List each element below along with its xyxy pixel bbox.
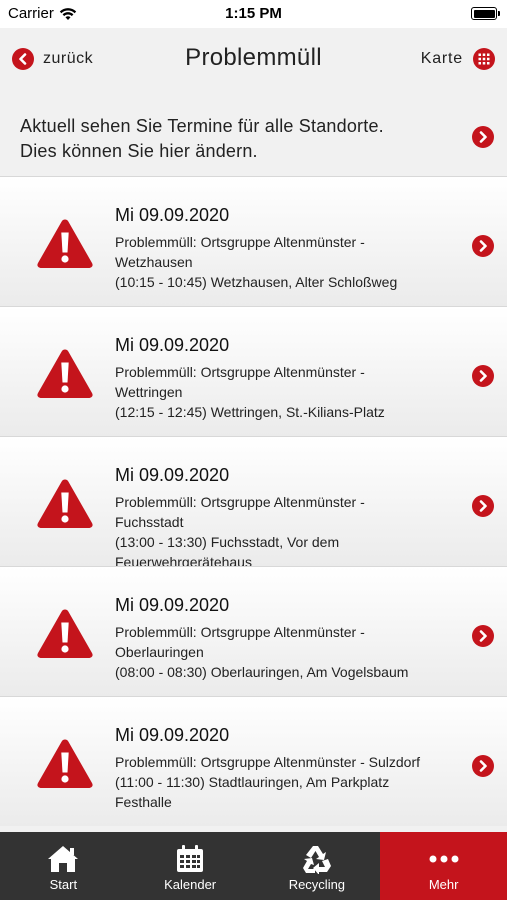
description-line-2: (11:00 - 11:30) Stadtlauringen, Am Parkp… — [115, 774, 390, 790]
map-button[interactable]: Karte — [421, 48, 495, 70]
description-line-3: Festhalle — [115, 794, 172, 810]
warning-icon — [37, 349, 93, 398]
description-line-1: Problemmüll: Ortsgruppe Altenmünster - — [115, 624, 365, 640]
warning-icon — [37, 609, 93, 658]
calendar-icon — [177, 845, 204, 872]
chevron-right-icon — [472, 126, 494, 148]
location-filter-line-2: Dies können Sie hier ändern. — [20, 141, 258, 161]
chevron-right-icon — [472, 495, 494, 517]
appointment-description: Problemmüll: Ortsgruppe Altenmünster - W… — [115, 362, 460, 422]
tab-start[interactable]: Start — [0, 832, 127, 900]
chevron-right-icon — [472, 235, 494, 257]
warning-icon — [37, 479, 93, 528]
appointment-date: Mi 09.09.2020 — [115, 335, 230, 355]
chevron-right-icon — [472, 625, 494, 647]
warning-icon — [37, 739, 93, 788]
appointment-description: Problemmüll: Ortsgruppe Altenmünster - S… — [115, 752, 460, 812]
tab-kalender[interactable]: Kalender — [127, 832, 254, 900]
appointment-item[interactable]: Mi 09.09.2020 Problemmüll: Ortsgruppe Al… — [0, 436, 507, 570]
location-filter-text: Aktuell sehen Sie Termine für alle Stand… — [20, 114, 384, 164]
tab-mehr[interactable]: Mehr — [380, 832, 507, 900]
warning-icon — [37, 219, 93, 268]
appointment-description: Problemmüll: Ortsgruppe Altenmünster - W… — [115, 232, 460, 292]
description-line-3: (10:15 - 10:45) Wetzhausen, Alter Schloß… — [115, 274, 398, 290]
appointment-date: Mi 09.09.2020 — [115, 725, 230, 745]
description-line-1: Problemmüll: Ortsgruppe Altenmünster - — [115, 494, 365, 510]
description-line-3: (08:00 - 08:30) Oberlauringen, Am Vogels… — [115, 664, 409, 680]
appointment-date: Mi 09.09.2020 — [115, 465, 230, 485]
appointment-item[interactable]: Mi 09.09.2020 Problemmüll: Ortsgruppe Al… — [0, 176, 507, 306]
chevron-right-icon — [472, 365, 494, 387]
appointment-item[interactable]: Mi 09.09.2020 Problemmüll: Ortsgruppe Al… — [0, 696, 507, 826]
battery-icon — [471, 7, 500, 20]
description-line-3: (13:00 - 13:30) Fuchsstadt, Vor dem — [115, 534, 340, 550]
appointment-list: Mi 09.09.2020 Problemmüll: Ortsgruppe Al… — [0, 176, 507, 826]
appointment-date: Mi 09.09.2020 — [115, 205, 230, 225]
appointment-item[interactable]: Mi 09.09.2020 Problemmüll: Ortsgruppe Al… — [0, 566, 507, 696]
grid-icon — [473, 48, 495, 70]
tab-bar: Start Kalender Recycling Mehr — [0, 832, 507, 900]
description-line-1: Problemmüll: Ortsgruppe Altenmünster - — [115, 364, 365, 380]
appointment-item[interactable]: Mi 09.09.2020 Problemmüll: Ortsgruppe Al… — [0, 306, 507, 436]
tab-label-kalender: Kalender — [164, 877, 217, 892]
appointment-description: Problemmüll: Ortsgruppe Altenmünster - O… — [115, 622, 460, 682]
tab-recycling[interactable]: Recycling — [254, 832, 381, 900]
home-icon — [48, 846, 79, 872]
more-icon — [429, 855, 459, 863]
description-line-1: Problemmüll: Ortsgruppe Altenmünster - S… — [115, 754, 421, 770]
description-line-2: Oberlauringen — [115, 644, 204, 660]
tab-label-mehr: Mehr — [428, 877, 459, 892]
appointment-description: Problemmüll: Ortsgruppe Altenmünster - F… — [115, 492, 460, 572]
status-bar: Carrier 1:15 PM — [0, 0, 507, 28]
appointment-date: Mi 09.09.2020 — [115, 595, 230, 615]
description-line-2: Wettringen — [115, 384, 183, 400]
location-filter-line-1: Aktuell sehen Sie Termine für alle Stand… — [20, 116, 384, 136]
tab-label-start: Start — [49, 877, 78, 892]
recycling-icon — [302, 846, 331, 874]
location-filter-banner[interactable]: Aktuell sehen Sie Termine für alle Stand… — [0, 98, 507, 176]
description-line-2: Wetzhausen — [115, 254, 193, 270]
status-time: 1:15 PM — [225, 5, 282, 22]
tab-label-recycling: Recycling — [288, 877, 346, 892]
description-line-2: Fuchsstadt — [115, 514, 184, 530]
description-line-3: (12:15 - 12:45) Wettringen, St.-Kilians-… — [115, 404, 385, 420]
map-label: Karte — [420, 50, 463, 67]
navigation-bar: zurück Problemmüll Karte — [0, 28, 507, 92]
description-line-1: Problemmüll: Ortsgruppe Altenmünster - — [115, 234, 365, 250]
chevron-right-icon — [472, 755, 494, 777]
